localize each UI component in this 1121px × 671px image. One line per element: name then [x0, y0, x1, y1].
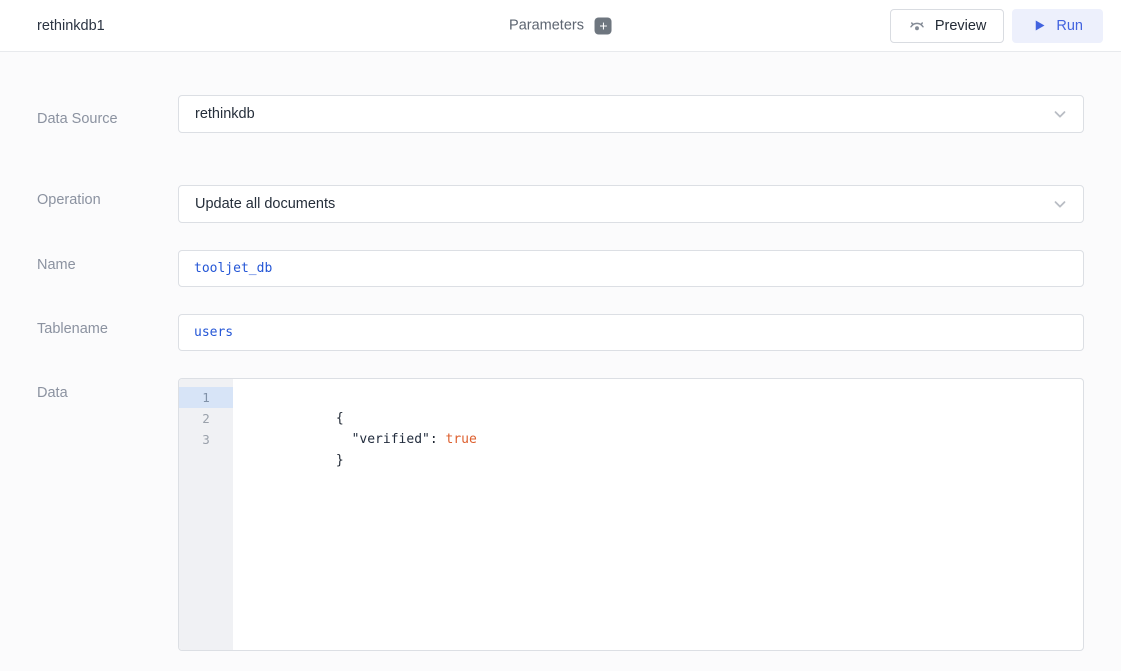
add-parameter-button[interactable]: +: [595, 17, 612, 34]
code-line: "verified": true: [242, 408, 1083, 429]
data-row: Data 1 2 3 { "verified": true }: [37, 378, 1084, 651]
eye-icon: [908, 17, 926, 35]
line-number: 3: [179, 429, 233, 450]
name-label: Name: [37, 250, 178, 273]
data-source-select[interactable]: rethinkdb: [178, 95, 1084, 133]
chevron-down-icon: [1051, 105, 1069, 123]
line-number: 1: [179, 387, 233, 408]
operation-value: Update all documents: [195, 196, 335, 212]
run-button[interactable]: Run: [1012, 9, 1103, 43]
preview-button[interactable]: Preview: [890, 9, 1005, 43]
data-source-value: rethinkdb: [195, 106, 255, 122]
tablename-input[interactable]: [178, 314, 1084, 351]
chevron-down-icon: [1051, 195, 1069, 213]
name-row: Name: [37, 250, 1084, 287]
parameters-label: Parameters: [509, 18, 584, 34]
code-line: {: [242, 387, 1083, 408]
data-label: Data: [37, 378, 178, 401]
operation-label: Operation: [37, 185, 178, 208]
query-form: Data Source rethinkdb Operation Update a…: [0, 52, 1121, 651]
operation-select[interactable]: Update all documents: [178, 185, 1084, 223]
tablename-row: Tablename: [37, 314, 1084, 351]
plus-icon: +: [599, 18, 607, 32]
data-source-row: Data Source rethinkdb: [37, 95, 1084, 133]
topbar-actions: Preview Run: [890, 9, 1103, 43]
data-source-label: Data Source: [37, 95, 178, 127]
query-title: rethinkdb1: [37, 18, 105, 34]
editor-gutter: 1 2 3: [179, 379, 233, 650]
name-input[interactable]: [178, 250, 1084, 287]
tablename-label: Tablename: [37, 314, 178, 337]
run-button-label: Run: [1056, 18, 1083, 34]
parameters-section: Parameters +: [509, 17, 612, 34]
line-number: 2: [179, 408, 233, 429]
operation-row: Operation Update all documents: [37, 185, 1084, 223]
play-icon: [1032, 18, 1047, 33]
preview-button-label: Preview: [935, 18, 987, 34]
data-code-editor[interactable]: 1 2 3 { "verified": true }: [178, 378, 1084, 651]
query-editor-topbar: rethinkdb1 Parameters + Preview: [0, 0, 1121, 52]
editor-code-area[interactable]: { "verified": true }: [233, 379, 1083, 650]
